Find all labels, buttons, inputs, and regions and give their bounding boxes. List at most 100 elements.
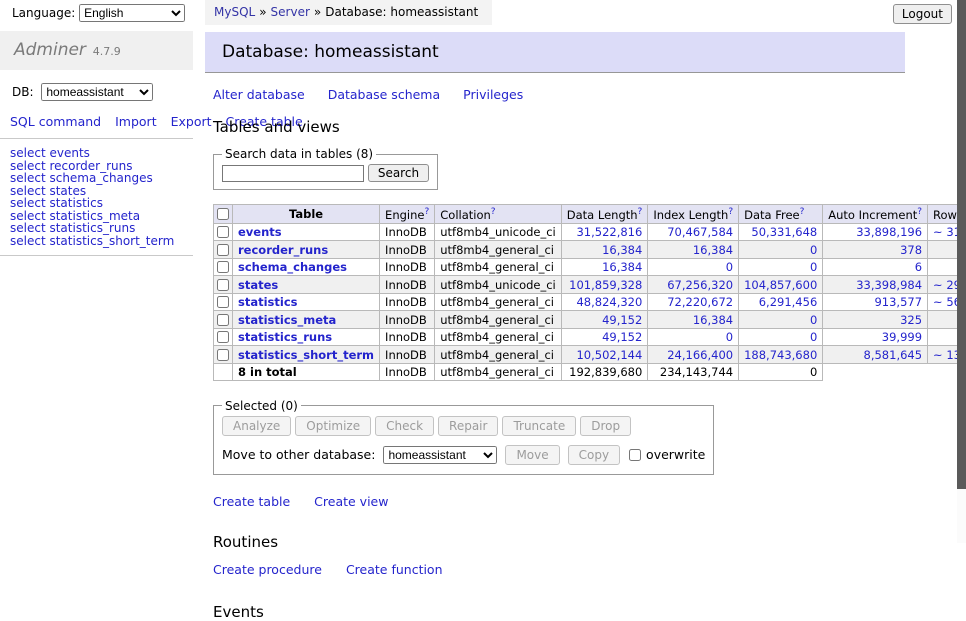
index-length-link[interactable]: 70,467,584 [667, 225, 733, 239]
help-link[interactable]: ? [638, 207, 643, 217]
auto-increment-link[interactable]: 33,398,984 [856, 278, 922, 292]
table-name-link[interactable]: schema_changes [238, 260, 347, 274]
index-length-link[interactable]: 67,256,320 [667, 278, 733, 292]
index-length-link[interactable]: 0 [726, 330, 733, 344]
engine-cell: InnoDB [380, 223, 435, 241]
sidebar-action-import[interactable]: Import [115, 114, 157, 129]
breadcrumb-link[interactable]: MySQL [214, 5, 255, 19]
analyze-button[interactable]: Analyze [222, 416, 291, 436]
data-free-link[interactable]: 0 [810, 260, 817, 274]
sidebar-select-statistics[interactable]: select statistics [10, 197, 193, 210]
data-length-link[interactable]: 16,384 [602, 260, 642, 274]
search-legend: Search data in tables (8) [222, 147, 376, 161]
toolbar-link-database-schema[interactable]: Database schema [328, 87, 440, 102]
data-free-link[interactable]: 50,331,648 [751, 225, 817, 239]
check-button[interactable]: Check [375, 416, 434, 436]
move-button[interactable]: Move [505, 445, 559, 465]
drop-button[interactable]: Drop [580, 416, 631, 436]
search-input[interactable] [222, 165, 364, 182]
table-name-link[interactable]: statistics_runs [238, 330, 332, 344]
auto-increment-link[interactable]: 8,581,645 [864, 348, 923, 362]
auto-increment-link[interactable]: 6 [915, 260, 922, 274]
sidebar-action-sql-command[interactable]: SQL command [10, 114, 101, 129]
index-length-link[interactable]: 16,384 [693, 313, 733, 327]
help-link[interactable]: ? [424, 207, 429, 217]
copy-button[interactable]: Copy [568, 445, 620, 465]
vertical-scrollbar[interactable] [957, 0, 966, 543]
auto-increment-cell: 33,398,984 [823, 276, 928, 294]
create-table-link[interactable]: Create table [213, 494, 290, 509]
data-length-link[interactable]: 31,522,816 [576, 225, 642, 239]
row-checkbox[interactable] [217, 349, 229, 361]
scrollbar-thumb[interactable] [957, 0, 966, 489]
select-all-checkbox[interactable] [217, 208, 229, 220]
row-checkbox[interactable] [217, 261, 229, 273]
auto-increment-link[interactable]: 378 [900, 243, 922, 257]
row-checkbox[interactable] [217, 296, 229, 308]
search-fieldset: Search data in tables (8) Search [213, 147, 438, 190]
data-length-link[interactable]: 49,152 [602, 313, 642, 327]
sidebar-select-statistics_runs[interactable]: select statistics_runs [10, 222, 193, 235]
data-free-link[interactable]: 188,743,680 [744, 348, 817, 362]
data-length-link[interactable]: 10,502,144 [576, 348, 642, 362]
collation-cell: utf8mb4_general_ci [435, 258, 562, 276]
data-free-link[interactable]: 104,857,600 [744, 278, 817, 292]
data-free-link[interactable]: 0 [810, 313, 817, 327]
data-length-link[interactable]: 48,824,320 [576, 295, 642, 309]
overwrite-checkbox[interactable] [629, 449, 641, 461]
row-checkbox[interactable] [217, 226, 229, 238]
auto-increment-link[interactable]: 39,999 [882, 330, 922, 344]
row-checkbox[interactable] [217, 244, 229, 256]
table-name-link[interactable]: states [238, 278, 278, 292]
help-link[interactable]: ? [917, 207, 922, 217]
sidebar-select-schema_changes[interactable]: select schema_changes [10, 172, 193, 185]
table-name-link[interactable]: statistics [238, 295, 298, 309]
search-button[interactable]: Search [368, 164, 429, 182]
create-procedure-link[interactable]: Create procedure [213, 562, 322, 577]
sidebar-select-events[interactable]: select events [10, 147, 193, 160]
table-row: eventsInnoDButf8mb4_unicode_ci31,522,816… [214, 223, 966, 241]
index-length-link[interactable]: 72,220,672 [667, 295, 733, 309]
engine-cell: InnoDB [380, 258, 435, 276]
data-free-link[interactable]: 6,291,456 [759, 295, 818, 309]
data-free-link[interactable]: 0 [810, 330, 817, 344]
routines-heading: Routines [213, 533, 905, 551]
auto-increment-link[interactable]: 913,577 [874, 295, 922, 309]
help-link[interactable]: ? [800, 207, 805, 217]
truncate-button[interactable]: Truncate [502, 416, 576, 436]
selected-fieldset: Selected (0) AnalyzeOptimizeCheckRepairT… [213, 399, 714, 475]
language-select[interactable]: English [79, 4, 185, 22]
data-length-link[interactable]: 101,859,328 [569, 278, 642, 292]
db-select[interactable]: homeassistant [41, 83, 153, 101]
row-checkbox[interactable] [217, 331, 229, 343]
help-link[interactable]: ? [728, 207, 733, 217]
logout-button[interactable]: Logout [893, 4, 952, 24]
sidebar-select-statistics_short_term[interactable]: select statistics_short_term [10, 235, 193, 248]
create-view-link[interactable]: Create view [314, 494, 388, 509]
row-checkbox[interactable] [217, 279, 229, 291]
index-length-link[interactable]: 0 [726, 260, 733, 274]
table-name-link[interactable]: events [238, 225, 282, 239]
toolbar-link-alter-database[interactable]: Alter database [213, 87, 305, 102]
repair-button[interactable]: Repair [438, 416, 498, 436]
auto-increment-cell: 378 [823, 241, 928, 259]
auto-increment-link[interactable]: 33,898,196 [856, 225, 922, 239]
row-checkbox[interactable] [217, 314, 229, 326]
help-link[interactable]: ? [491, 207, 496, 217]
toolbar-link-privileges[interactable]: Privileges [463, 87, 523, 102]
app-name: Adminer [14, 40, 86, 60]
index-length-link[interactable]: 24,166,400 [667, 348, 733, 362]
index-length-link[interactable]: 16,384 [693, 243, 733, 257]
table-name-link[interactable]: statistics_short_term [238, 348, 374, 362]
data-free-link[interactable]: 0 [810, 243, 817, 257]
breadcrumb-link[interactable]: Server [271, 5, 310, 19]
data-length-link[interactable]: 49,152 [602, 330, 642, 344]
table-name-link[interactable]: statistics_meta [238, 313, 336, 327]
create-function-link[interactable]: Create function [346, 562, 443, 577]
auto-increment-cell: 913,577 [823, 293, 928, 311]
table-name-link[interactable]: recorder_runs [238, 243, 328, 257]
data-length-link[interactable]: 16,384 [602, 243, 642, 257]
optimize-button[interactable]: Optimize [295, 416, 371, 436]
auto-increment-link[interactable]: 325 [900, 313, 922, 327]
move-database-select[interactable]: homeassistant [383, 446, 497, 464]
